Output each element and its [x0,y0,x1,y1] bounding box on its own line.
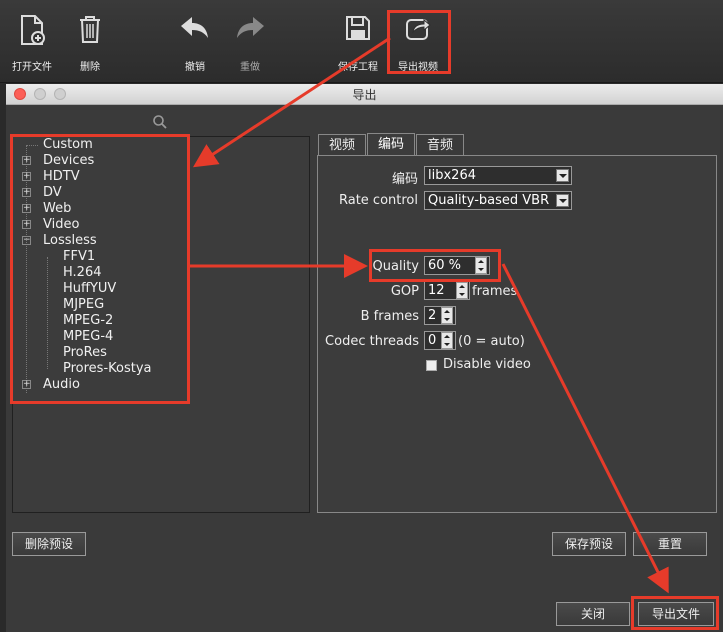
arrow-to-tree [192,36,391,168]
arrow-to-export-file [501,263,669,594]
annotation-arrows [190,36,669,594]
